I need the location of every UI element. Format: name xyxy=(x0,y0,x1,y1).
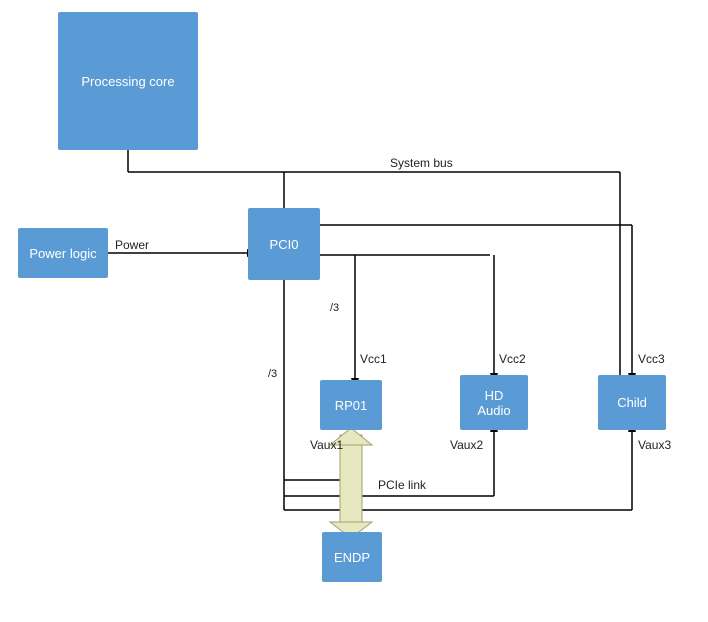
processing-core-label: Processing core xyxy=(81,74,174,89)
vcc2-label: Vcc2 xyxy=(499,352,526,366)
slash3-left-label: /3 xyxy=(268,368,277,380)
pci0-box: PCI0 xyxy=(248,208,320,280)
pci0-label: PCI0 xyxy=(270,237,299,252)
hd-audio-label: HD Audio xyxy=(477,388,510,418)
vcc3-label: Vcc3 xyxy=(638,352,665,366)
processing-core-box: Processing core xyxy=(58,12,198,150)
endp-label: ENDP xyxy=(334,550,370,565)
child-box: Child xyxy=(598,375,666,430)
endp-box: ENDP xyxy=(322,532,382,582)
diagram: Processing core Power logic PCI0 RP01 HD… xyxy=(0,0,708,622)
pcie-link-label: PCIe link xyxy=(378,478,426,492)
vaux2-label: Vaux2 xyxy=(450,438,483,452)
child-label: Child xyxy=(617,395,647,410)
slash3-top-label: /3 xyxy=(330,302,339,314)
power-logic-label: Power logic xyxy=(29,246,96,261)
system-bus-label: System bus xyxy=(390,156,453,170)
vaux1-label: Vaux1 xyxy=(310,438,343,452)
vcc1-label: Vcc1 xyxy=(360,352,387,366)
hd-audio-box: HD Audio xyxy=(460,375,528,430)
rp01-box: RP01 xyxy=(320,380,382,430)
vaux3-label: Vaux3 xyxy=(638,438,671,452)
rp01-label: RP01 xyxy=(335,398,368,413)
power-label: Power xyxy=(115,238,149,252)
power-logic-box: Power logic xyxy=(18,228,108,278)
